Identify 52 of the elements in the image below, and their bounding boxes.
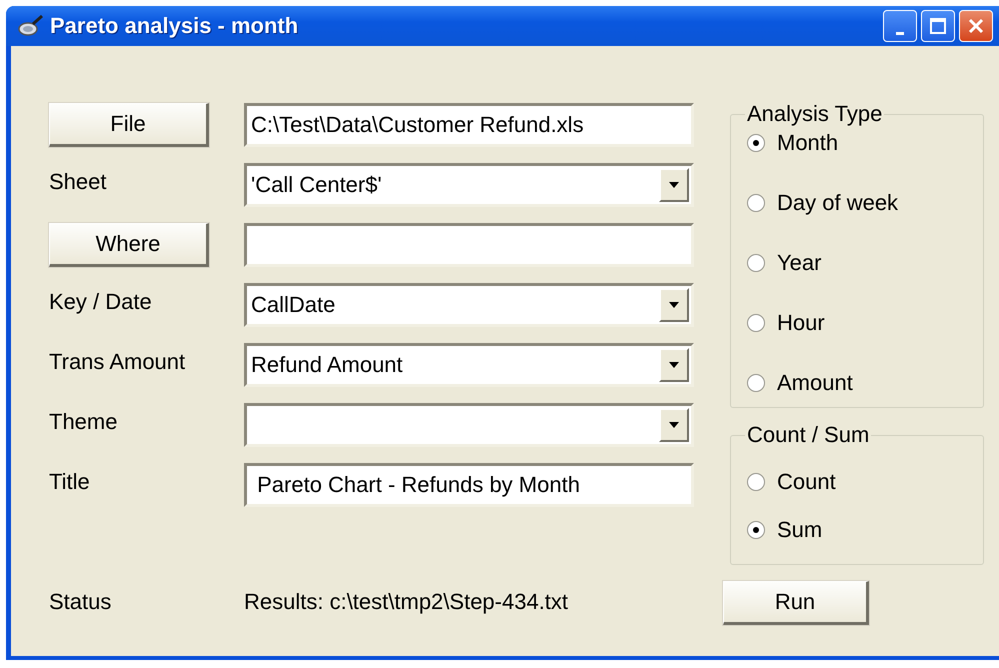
caret-icon bbox=[668, 362, 680, 368]
dropdown-button[interactable] bbox=[659, 408, 689, 442]
dropdown-field[interactable]: 'Call Center$' bbox=[244, 163, 694, 207]
radio-label[interactable]: Day of week bbox=[777, 190, 898, 216]
field-label: Title bbox=[49, 468, 91, 495]
input-field[interactable]: Pareto Chart - Refunds by Month bbox=[244, 463, 694, 507]
close-icon bbox=[967, 17, 985, 35]
radio-label[interactable]: Sum bbox=[777, 517, 822, 543]
radio-label[interactable]: Month bbox=[777, 130, 838, 156]
magnifier-icon bbox=[18, 14, 44, 38]
group-label: Analysis Type bbox=[746, 103, 884, 125]
radio-label[interactable]: Count bbox=[777, 469, 836, 495]
radio-label[interactable]: Hour bbox=[777, 310, 825, 336]
minimize-icon bbox=[896, 32, 904, 35]
radio-button[interactable] bbox=[747, 254, 765, 272]
input-field[interactable]: C:\Test\Data\Customer Refund.xls bbox=[244, 103, 694, 147]
dropdown-field[interactable]: CallDate bbox=[244, 283, 694, 327]
run-button[interactable]: Run bbox=[723, 581, 869, 625]
field-label: Theme bbox=[49, 408, 118, 435]
radio-button[interactable] bbox=[747, 314, 765, 332]
status-text: Results: c:\test\tmp2\Step-434.txt bbox=[244, 589, 568, 615]
minimize-button[interactable] bbox=[883, 10, 917, 42]
caret-icon bbox=[668, 422, 680, 428]
close-button[interactable] bbox=[959, 10, 993, 42]
maximize-button[interactable] bbox=[921, 10, 955, 42]
radio-label[interactable]: Amount bbox=[777, 370, 853, 396]
field-label: Key / Date bbox=[49, 288, 153, 315]
dropdown-button[interactable] bbox=[659, 348, 689, 382]
radio-button[interactable] bbox=[747, 374, 765, 392]
input-field[interactable] bbox=[244, 223, 694, 267]
dropdown-value: Refund Amount bbox=[251, 352, 403, 378]
radio-button[interactable] bbox=[747, 521, 765, 539]
caret-icon bbox=[668, 182, 680, 188]
radio-button[interactable] bbox=[747, 194, 765, 212]
radio-button[interactable] bbox=[747, 134, 765, 152]
group-label: Count / Sum bbox=[746, 424, 870, 446]
dropdown-button[interactable] bbox=[659, 168, 689, 202]
status-label: Status bbox=[49, 589, 112, 615]
field-label: Sheet bbox=[49, 168, 108, 195]
field-label: Trans Amount bbox=[49, 348, 186, 375]
maximize-icon bbox=[929, 17, 947, 35]
form-button[interactable]: File bbox=[49, 103, 209, 147]
caret-icon bbox=[668, 302, 680, 308]
dropdown-button[interactable] bbox=[659, 288, 689, 322]
form-button[interactable]: Where bbox=[49, 223, 209, 267]
dropdown-value: CallDate bbox=[251, 292, 336, 318]
dropdown-field[interactable]: Refund Amount bbox=[244, 343, 694, 387]
window-title: Pareto analysis - month bbox=[50, 13, 298, 39]
dropdown-field[interactable] bbox=[244, 403, 694, 447]
dropdown-value: 'Call Center$' bbox=[251, 172, 382, 198]
radio-button[interactable] bbox=[747, 473, 765, 491]
radio-label[interactable]: Year bbox=[777, 250, 822, 276]
